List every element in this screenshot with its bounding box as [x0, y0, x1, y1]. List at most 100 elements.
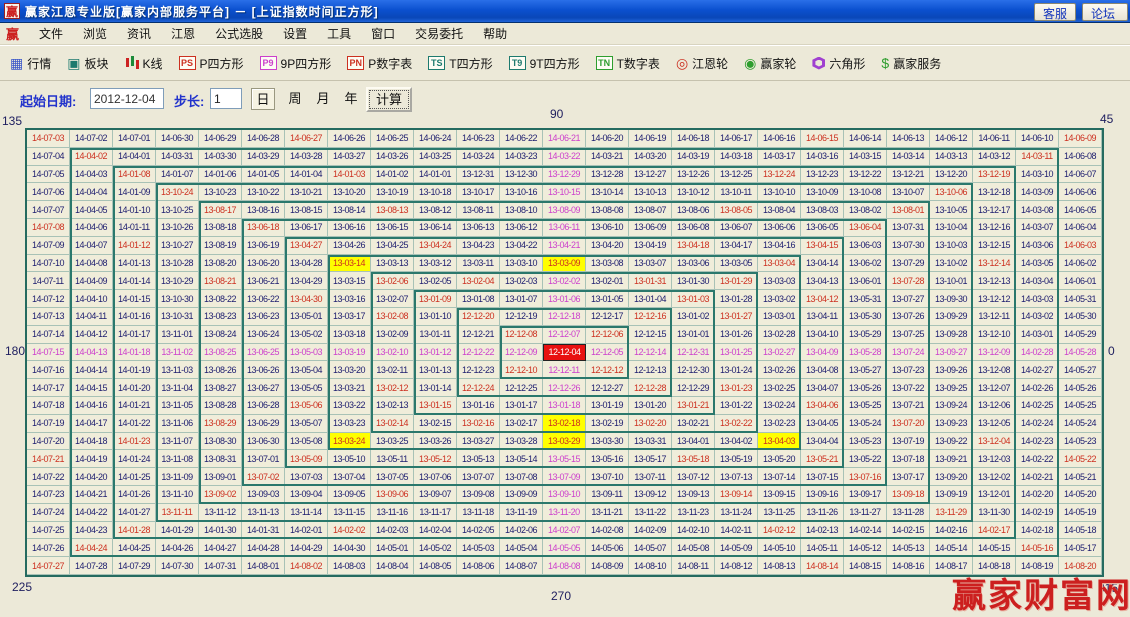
grid-cell[interactable]: 13-06-07 [715, 219, 758, 237]
grid-cell[interactable]: 13-07-06 [414, 468, 457, 486]
grid-cell[interactable]: 13-05-22 [844, 450, 887, 468]
grid-cell[interactable]: 13-06-10 [586, 219, 629, 237]
grid-cell[interactable]: 14-03-17 [758, 148, 801, 166]
grid-cell-start-date[interactable]: 12-12-04 [543, 344, 586, 362]
menu-item-1[interactable]: 浏览 [73, 23, 117, 44]
grid-cell[interactable]: 13-12-18 [973, 183, 1016, 201]
grid-cell[interactable]: 13-01-08 [457, 290, 500, 308]
grid-cell[interactable]: 13-08-03 [801, 201, 844, 219]
grid-cell[interactable]: 13-03-22 [328, 397, 371, 415]
grid-cell[interactable]: 13-12-04 [973, 433, 1016, 451]
grid-cell[interactable]: 14-02-25 [1016, 397, 1059, 415]
grid-cell[interactable]: 13-02-19 [586, 415, 629, 433]
grid-cell[interactable]: 12-12-17 [586, 308, 629, 326]
grid-cell[interactable]: 13-08-11 [457, 201, 500, 219]
grid-cell[interactable]: 13-03-09 [543, 255, 586, 273]
grid-cell[interactable]: 14-03-23 [500, 148, 543, 166]
grid-cell[interactable]: 14-07-14 [27, 326, 70, 344]
grid-cell[interactable]: 13-05-09 [285, 450, 328, 468]
grid-cell[interactable]: 14-03-02 [1016, 308, 1059, 326]
grid-cell[interactable]: 13-11-23 [672, 504, 715, 522]
grid-cell[interactable]: 14-07-20 [27, 433, 70, 451]
grid-cell[interactable]: 13-12-30 [500, 166, 543, 184]
menu-item-9[interactable]: 帮助 [473, 23, 517, 44]
grid-cell[interactable]: 13-01-26 [715, 326, 758, 344]
grid-cell[interactable]: 13-04-23 [457, 237, 500, 255]
sectors-tool[interactable]: ▣板块 [67, 55, 108, 72]
grid-cell[interactable]: 13-01-21 [672, 397, 715, 415]
grid-cell[interactable]: 14-01-04 [285, 166, 328, 184]
grid-cell[interactable]: 13-02-22 [715, 415, 758, 433]
grid-cell[interactable]: 13-02-12 [371, 379, 414, 397]
menu-item-5[interactable]: 设置 [273, 23, 317, 44]
grid-cell[interactable]: 13-07-12 [672, 468, 715, 486]
grid-cell[interactable]: 13-03-19 [328, 344, 371, 362]
grid-cell[interactable]: 14-06-07 [1059, 166, 1102, 184]
9t-square-tool[interactable]: T99T四方形 [509, 55, 580, 72]
grid-cell[interactable]: 13-06-06 [758, 219, 801, 237]
step-input[interactable] [210, 88, 242, 109]
grid-cell[interactable]: 13-04-05 [801, 415, 844, 433]
grid-cell[interactable]: 13-10-11 [715, 183, 758, 201]
grid-cell[interactable]: 13-01-31 [629, 272, 672, 290]
grid-cell[interactable]: 13-03-11 [457, 255, 500, 273]
grid-cell[interactable]: 13-02-05 [414, 272, 457, 290]
grid-cell[interactable]: 14-07-24 [27, 504, 70, 522]
grid-cell[interactable]: 14-01-03 [328, 166, 371, 184]
grid-cell[interactable]: 13-03-04 [758, 255, 801, 273]
grid-cell[interactable]: 13-02-11 [371, 361, 414, 379]
grid-cell[interactable]: 14-05-10 [758, 539, 801, 557]
grid-cell[interactable]: 14-02-09 [629, 522, 672, 540]
grid-cell[interactable]: 14-01-16 [113, 308, 156, 326]
grid-cell[interactable]: 14-04-14 [70, 361, 113, 379]
grid-cell[interactable]: 12-12-30 [672, 361, 715, 379]
grid-cell[interactable]: 13-05-17 [629, 450, 672, 468]
grid-cell[interactable]: 14-05-16 [1016, 539, 1059, 557]
grid-cell[interactable]: 13-10-01 [930, 272, 973, 290]
grid-cell[interactable]: 13-08-24 [199, 326, 242, 344]
grid-cell[interactable]: 13-03-06 [672, 255, 715, 273]
grid-cell[interactable]: 12-12-09 [500, 344, 543, 362]
grid-cell[interactable]: 14-02-02 [328, 522, 371, 540]
grid-cell[interactable]: 13-10-12 [672, 183, 715, 201]
grid-cell[interactable]: 12-12-25 [500, 379, 543, 397]
grid-cell[interactable]: 14-05-21 [1059, 468, 1102, 486]
grid-cell[interactable]: 13-11-19 [500, 504, 543, 522]
grid-cell[interactable]: 14-03-11 [1016, 148, 1059, 166]
grid-cell[interactable]: 12-12-23 [457, 361, 500, 379]
grid-cell[interactable]: 13-04-21 [543, 237, 586, 255]
grid-cell[interactable]: 13-08-01 [887, 201, 930, 219]
grid-cell[interactable]: 13-08-22 [199, 290, 242, 308]
grid-cell[interactable]: 12-12-31 [672, 344, 715, 362]
grid-cell[interactable]: 13-08-17 [199, 201, 242, 219]
grid-cell[interactable]: 14-03-18 [715, 148, 758, 166]
grid-cell[interactable]: 13-06-16 [328, 219, 371, 237]
grid-cell[interactable]: 13-06-29 [242, 415, 285, 433]
grid-cell[interactable]: 13-11-04 [156, 379, 199, 397]
grid-cell[interactable]: 13-06-18 [242, 219, 285, 237]
grid-cell[interactable]: 13-11-03 [156, 361, 199, 379]
grid-cell[interactable]: 14-06-13 [887, 130, 930, 148]
grid-cell[interactable]: 13-01-06 [543, 290, 586, 308]
grid-cell[interactable]: 13-03-02 [758, 290, 801, 308]
grid-cell[interactable]: 13-05-01 [285, 308, 328, 326]
grid-cell[interactable]: 13-08-21 [199, 272, 242, 290]
grid-cell[interactable]: 14-07-31 [199, 557, 242, 575]
grid-cell[interactable]: 13-06-23 [242, 308, 285, 326]
grid-cell[interactable]: 14-03-06 [1016, 237, 1059, 255]
grid-cell[interactable]: 13-10-27 [156, 237, 199, 255]
grid-cell[interactable]: 13-02-26 [758, 361, 801, 379]
grid-cell[interactable]: 14-07-15 [27, 344, 70, 362]
grid-cell[interactable]: 14-07-02 [70, 130, 113, 148]
grid-cell[interactable]: 13-12-08 [973, 361, 1016, 379]
grid-cell[interactable]: 12-12-15 [629, 326, 672, 344]
grid-cell[interactable]: 14-06-27 [285, 130, 328, 148]
grid-cell[interactable]: 13-11-13 [242, 504, 285, 522]
grid-cell[interactable]: 13-11-10 [156, 486, 199, 504]
grid-cell[interactable]: 14-06-08 [1059, 148, 1102, 166]
grid-cell[interactable]: 14-01-24 [113, 450, 156, 468]
grid-cell[interactable]: 14-07-22 [27, 468, 70, 486]
grid-cell[interactable]: 13-11-02 [156, 344, 199, 362]
grid-cell[interactable]: 14-01-13 [113, 255, 156, 273]
grid-cell[interactable]: 13-08-14 [328, 201, 371, 219]
